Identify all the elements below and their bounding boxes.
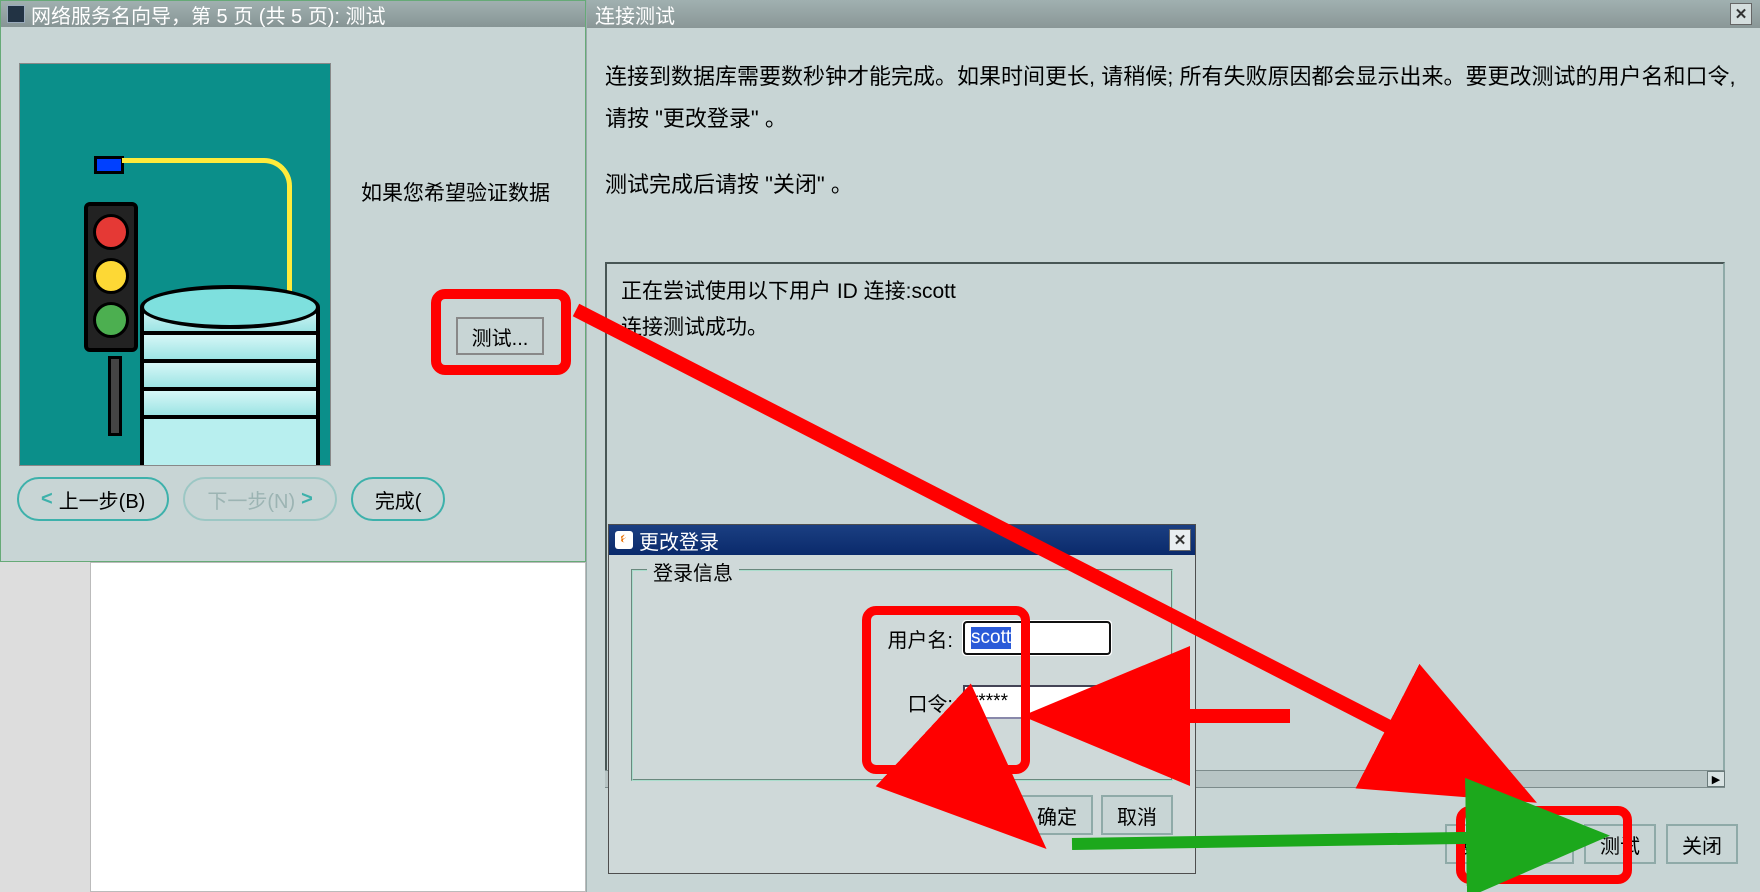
conn-para2: 测试完成后请按 "关闭" 。 [605,164,1742,206]
password-field[interactable] [963,685,1111,719]
conn-buttons: 更改登录... 测试 关闭 [1445,824,1738,864]
login-fieldset: 登录信息 用户名: 口令: [631,569,1173,781]
username-label: 用户名: [887,624,953,653]
conn-title-text: 连接测试 [595,0,675,29]
wizard-titlebar: 网络服务名向导，第 5 页 (共 5 页): 测试 [1,1,585,27]
wizard-nav: <上一步(B) 下一步(N)> 完成( [17,477,445,521]
login-title-text: 更改登录 [639,526,719,555]
back-button[interactable]: <上一步(B) [17,477,169,521]
ok-button[interactable]: 确定 [1021,795,1093,835]
wizard-window: 网络服务名向导，第 5 页 (共 5 页): 测试 如果您希望验证数据 测试..… [0,0,586,562]
username-field[interactable] [963,621,1111,655]
change-login-button[interactable]: 更改登录... [1445,824,1574,864]
conn-para1: 连接到数据库需要数秒钟才能完成。如果时间更长, 请稍候; 所有失败原因都会显示出… [605,56,1742,140]
login-body: 登录信息 用户名: 口令: [609,555,1195,791]
wizard-body: 如果您希望验证数据 测试... <上一步(B) 下一步(N)> 完成( [1,27,585,561]
close-icon[interactable]: ✕ [1730,3,1752,25]
test-button[interactable]: 测试 [1584,824,1656,864]
login-legend: 登录信息 [647,557,739,586]
scroll-right-icon[interactable]: ▶ [1707,771,1725,787]
login-titlebar: 更改登录 ✕ [609,525,1195,555]
change-login-dialog: 更改登录 ✕ 登录信息 用户名: 口令: 确定 取消 [608,524,1196,874]
password-label: 口令: [907,688,953,717]
test-button[interactable]: 测试... [456,317,544,355]
conn-titlebar: 连接测试 ✕ [587,0,1760,28]
wizard-desc: 如果您希望验证数据 [361,177,550,207]
log-line: 连接测试成功。 [621,310,1709,346]
close-button[interactable]: 关闭 [1666,824,1738,864]
background-panel [0,562,90,892]
wizard-illustration [19,63,331,466]
log-line: 正在尝试使用以下用户 ID 连接:scott [621,274,1709,310]
background-panel [90,562,586,892]
wizard-title-text: 网络服务名向导，第 5 页 (共 5 页): 测试 [31,1,385,27]
close-icon[interactable]: ✕ [1169,529,1191,551]
login-buttons: 确定 取消 [609,791,1195,835]
next-button[interactable]: 下一步(N)> [183,477,336,521]
wizard-icon [7,5,25,23]
finish-button[interactable]: 完成( [351,477,446,521]
cancel-button[interactable]: 取消 [1101,795,1173,835]
java-icon [615,531,633,549]
